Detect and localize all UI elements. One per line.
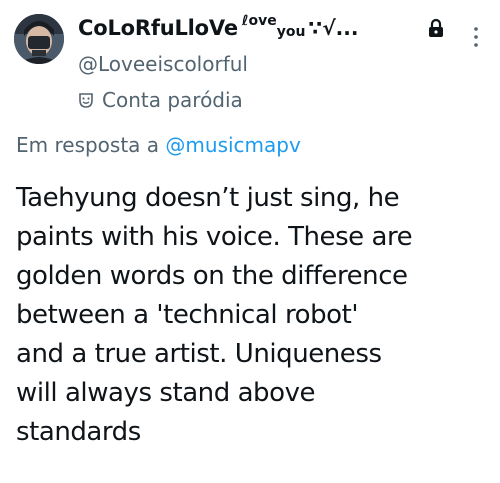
tweet-line: golden words on the difference [16, 261, 408, 291]
reply-prefix: Em resposta a [16, 133, 160, 157]
tweet-line: Taehyung doesn’t just sing, he [16, 183, 400, 213]
tweet-line: between a 'technical robot' [16, 300, 359, 330]
author-name-row[interactable]: CoLoRfuLloVe ℓove you ∵√... [78, 12, 358, 44]
avatar[interactable] [14, 14, 64, 64]
parody-label: Conta paródia [102, 88, 243, 112]
name-decoration-face: ∵√... [308, 16, 359, 40]
lock-icon [429, 18, 443, 37]
avatar-image [14, 14, 64, 64]
author-display-name[interactable]: CoLoRfuLloVe [78, 16, 238, 40]
tweet-line: standards [16, 417, 141, 447]
tweet-line: and a true artist. Uniqueness [16, 339, 382, 369]
tweet-line: will always stand above [16, 378, 316, 408]
tweet-line: paints with his voice. These are [16, 222, 413, 252]
tweet-page: CoLoRfuLloVe ℓove you ∵√... @Loveeiscolo… [0, 0, 500, 483]
author-handle[interactable]: @Loveeiscolorful [78, 52, 248, 76]
reply-context: Em resposta a @musicmapv [16, 133, 301, 157]
name-decoration-love: ℓove [241, 13, 277, 29]
parody-badge: Conta paródia [78, 88, 243, 112]
more-icon[interactable] [472, 26, 480, 48]
tweet-text: Taehyung doesn’t just sing, he paints wit… [16, 179, 500, 452]
name-decoration-you: you [276, 24, 306, 40]
reply-target-link[interactable]: @musicmapv [165, 133, 300, 157]
theater-mask-icon [79, 93, 93, 108]
